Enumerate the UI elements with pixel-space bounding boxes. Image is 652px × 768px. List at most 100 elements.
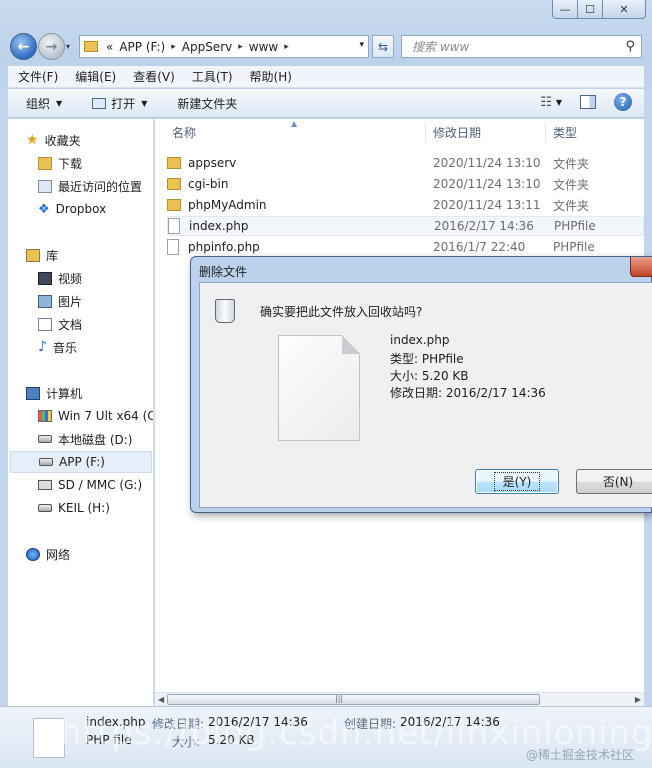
navigation-pane: ★ 收藏夹 下载 最近访问的位置 ❖ Dropbox 库 视频 图片 文档 ♪ 音乐 … (8, 119, 154, 706)
nav-label: 网络 (46, 547, 71, 562)
nav-recent-places[interactable]: 最近访问的位置 (38, 175, 142, 197)
breadcrumb-app-f[interactable]: APP (F:) (119, 40, 165, 54)
hard-drive-icon (38, 504, 52, 512)
nav-drive-g[interactable]: SD / MMC (G:) (38, 474, 142, 496)
nav-drive-c[interactable]: Win 7 Ult x64 (C (38, 405, 154, 427)
column-divider[interactable] (545, 123, 546, 143)
nav-pictures[interactable]: 图片 (38, 290, 82, 312)
document-icon (38, 317, 52, 331)
file-name: appserv (188, 156, 237, 170)
nav-videos[interactable]: 视频 (38, 267, 82, 289)
nav-music[interactable]: ♪ 音乐 (38, 336, 77, 358)
nav-downloads[interactable]: 下载 (38, 152, 82, 174)
breadcrumb-overflow[interactable]: « (106, 40, 113, 54)
nav-documents[interactable]: 文档 (38, 313, 82, 335)
downloads-icon (38, 156, 52, 170)
dialog-title: 删除文件 (199, 265, 248, 279)
refresh-button[interactable]: ⇆ (372, 35, 394, 58)
file-type: 文件夹 (553, 177, 590, 192)
scrollbar-grip-icon: ||| (335, 694, 344, 703)
address-dropdown-icon[interactable]: ▾ (359, 40, 364, 50)
new-folder-button[interactable]: 新建文件夹 (177, 95, 237, 112)
maximize-button[interactable]: ☐ (577, 0, 603, 19)
file-type: PHPfile (554, 219, 596, 233)
folder-icon (167, 178, 181, 190)
menu-help[interactable]: 帮助(H) (250, 68, 292, 85)
nav-drive-d[interactable]: 本地磁盘 (D:) (38, 428, 132, 450)
folder-icon (167, 157, 181, 169)
menu-tools[interactable]: 工具(T) (192, 68, 233, 85)
preview-pane-button[interactable] (580, 95, 596, 109)
column-divider[interactable] (425, 123, 426, 143)
nav-dropbox[interactable]: ❖ Dropbox (38, 198, 106, 220)
file-row[interactable]: appserv 2020/11/24 13:10 文件夹 (167, 153, 644, 173)
recent-pages-dropdown[interactable]: ▾ (66, 42, 70, 51)
music-icon: ♪ (38, 339, 47, 355)
file-type: PHPfile (553, 240, 595, 254)
breadcrumb-separator[interactable]: ▸ (284, 42, 289, 52)
file-name: phpinfo.php (188, 240, 260, 254)
file-row[interactable]: cgi-bin 2020/11/24 13:10 文件夹 (167, 174, 644, 194)
file-type: 文件夹 (553, 198, 590, 213)
nav-label: Dropbox (55, 202, 107, 216)
computer-icon (26, 386, 40, 400)
change-view-button[interactable]: ☷ (540, 95, 552, 110)
nav-favorites[interactable]: ★ 收藏夹 (26, 129, 81, 151)
organize-button[interactable]: 组织 ▼ (26, 95, 62, 112)
forward-arrow-icon: → (45, 38, 58, 55)
close-button[interactable]: ✕ (602, 0, 646, 19)
nav-network[interactable]: 网络 (26, 543, 70, 565)
nav-computer[interactable]: 计算机 (26, 382, 82, 404)
nav-label: Win 7 Ult x64 (C (58, 409, 154, 423)
sort-ascending-icon: ▲ (291, 119, 298, 128)
search-icon[interactable]: ⚲ (625, 39, 635, 54)
dialog-file-type: 类型: PHPfile (390, 352, 464, 366)
file-row[interactable]: index.php 2016/2/17 14:36 PHPfile (167, 216, 644, 236)
horizontal-scrollbar[interactable]: ◀ ||| ▶ (155, 692, 644, 706)
breadcrumb-appserv[interactable]: AppServ (182, 40, 232, 54)
nav-libraries[interactable]: 库 (26, 244, 58, 266)
scrollbar-thumb[interactable] (167, 694, 540, 705)
search-input[interactable]: 搜索 www ⚲ (401, 35, 642, 58)
column-header-modified[interactable]: 修改日期 (433, 119, 481, 146)
file-row[interactable]: phpinfo.php 2016/1/7 22:40 PHPfile (167, 237, 644, 257)
file-name: index.php (189, 219, 249, 233)
forward-button[interactable]: → (38, 33, 65, 60)
yes-button-label: 是(Y) (493, 472, 541, 491)
nav-drive-f[interactable]: APP (F:) (10, 451, 152, 473)
details-pane: index.php PHP file 修改日期: 2016/2/17 14:36… (0, 706, 652, 768)
open-label: 打开 (111, 96, 136, 111)
folder-icon (167, 199, 181, 211)
no-button[interactable]: 否(N) (576, 469, 652, 494)
yes-button[interactable]: 是(Y) (475, 469, 559, 494)
breadcrumb-separator[interactable]: ▸ (238, 42, 243, 52)
nav-label: 音乐 (52, 340, 77, 355)
open-button[interactable]: 打开 ▼ (92, 95, 147, 112)
view-options-chevron-icon[interactable]: ▼ (556, 98, 562, 107)
file-type: 文件夹 (553, 156, 590, 171)
video-icon (38, 271, 52, 285)
dialog-close-button[interactable] (630, 257, 652, 277)
caption-buttons: — ☐ ✕ (552, 0, 646, 19)
help-icon[interactable]: ? (614, 93, 632, 111)
breadcrumb-www[interactable]: www (249, 40, 278, 54)
scroll-left-icon[interactable]: ◀ (158, 695, 164, 704)
folder-icon (84, 41, 98, 52)
dialog-file-modified: 修改日期: 2016/2/17 14:36 (390, 386, 546, 400)
menu-edit[interactable]: 编辑(E) (75, 68, 116, 85)
file-icon (168, 218, 180, 234)
nav-label: 收藏夹 (44, 133, 81, 148)
nav-label: SD / MMC (G:) (58, 478, 143, 492)
menu-file[interactable]: 文件(F) (18, 68, 58, 85)
minimize-button[interactable]: — (552, 0, 578, 19)
nav-drive-h[interactable]: KEIL (H:) (38, 497, 110, 519)
column-header-type[interactable]: 类型 (553, 119, 577, 146)
file-row[interactable]: phpMyAdmin 2020/11/24 13:11 文件夹 (167, 195, 644, 215)
delete-file-dialog: 删除文件 确实要把此文件放入回收站吗? index.php 类型: PHPfil… (190, 256, 652, 513)
scroll-right-icon[interactable]: ▶ (635, 695, 641, 704)
address-bar[interactable]: « APP (F:) ▸ AppServ ▸ www ▸ ▾ (79, 35, 369, 58)
menu-view[interactable]: 查看(V) (133, 68, 175, 85)
column-header-name[interactable]: 名称 (172, 119, 196, 146)
breadcrumb-separator[interactable]: ▸ (171, 42, 176, 52)
back-button[interactable]: ← (10, 33, 37, 60)
